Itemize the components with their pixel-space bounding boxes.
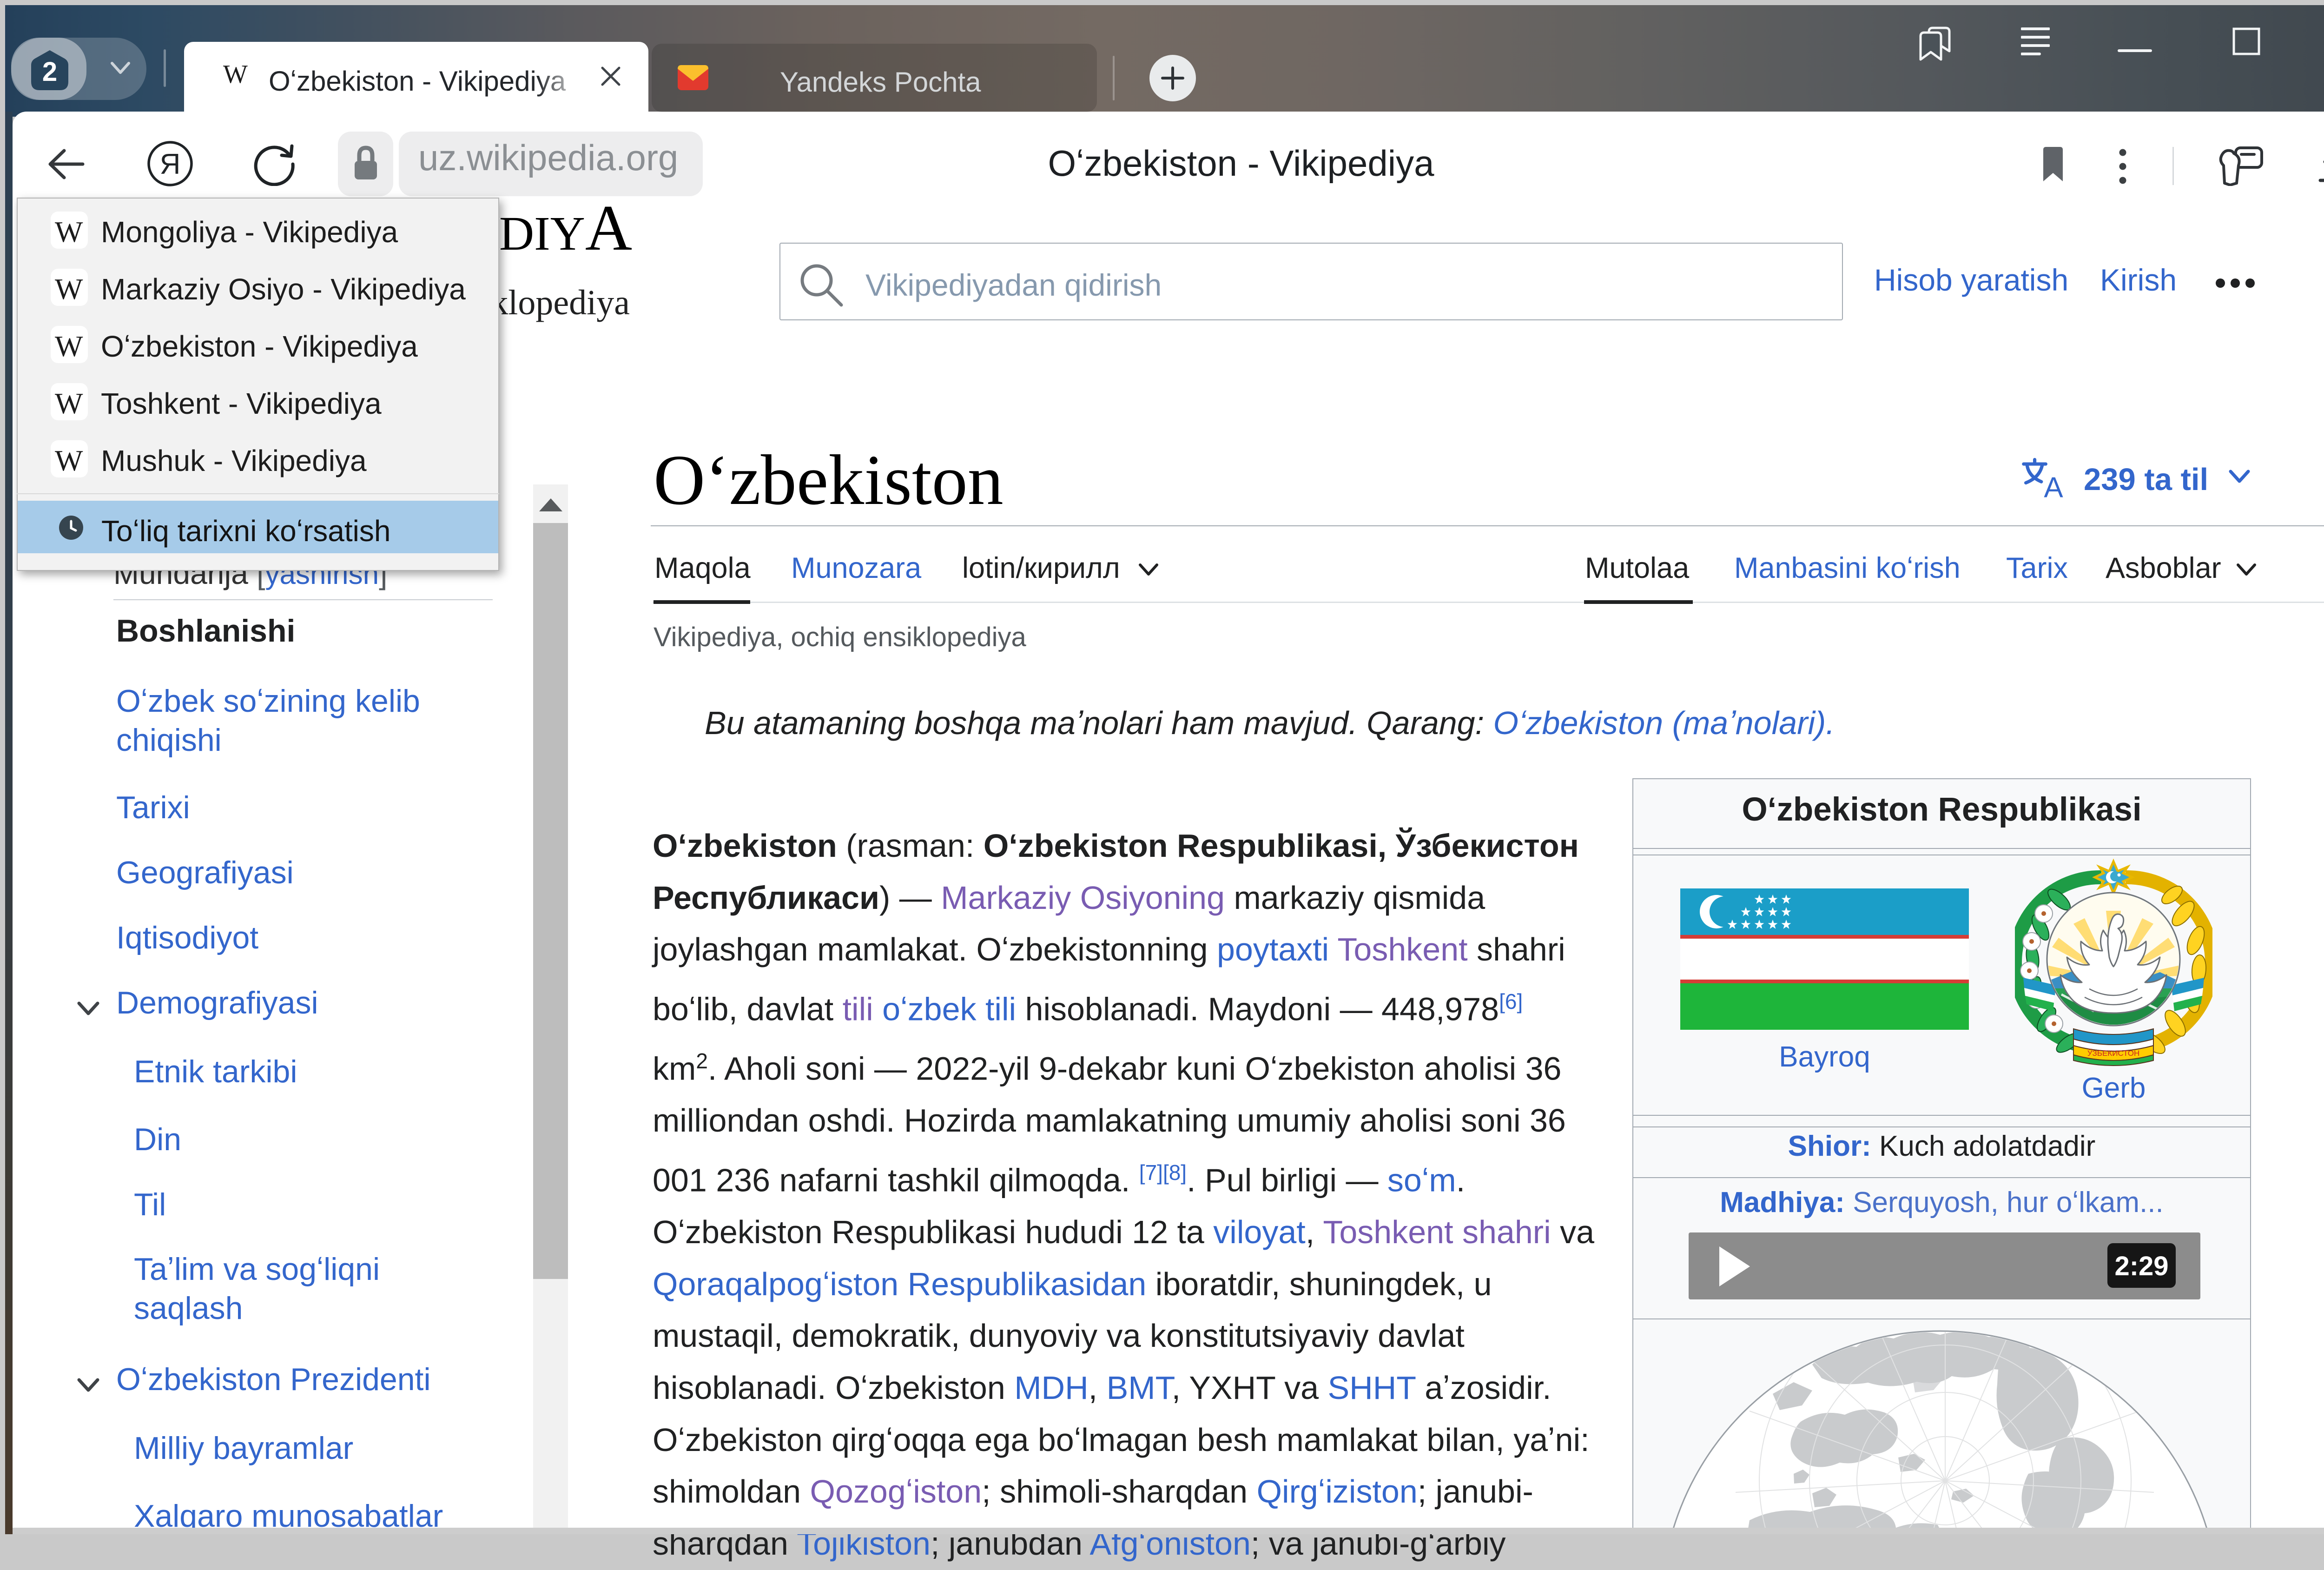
svg-text:Я: Я [160,148,181,180]
svg-text:ЎЗБЕКИСТОН: ЎЗБЕКИСТОН [2087,1048,2140,1058]
svg-text:2: 2 [42,57,57,87]
svg-text:A: A [2044,471,2063,500]
